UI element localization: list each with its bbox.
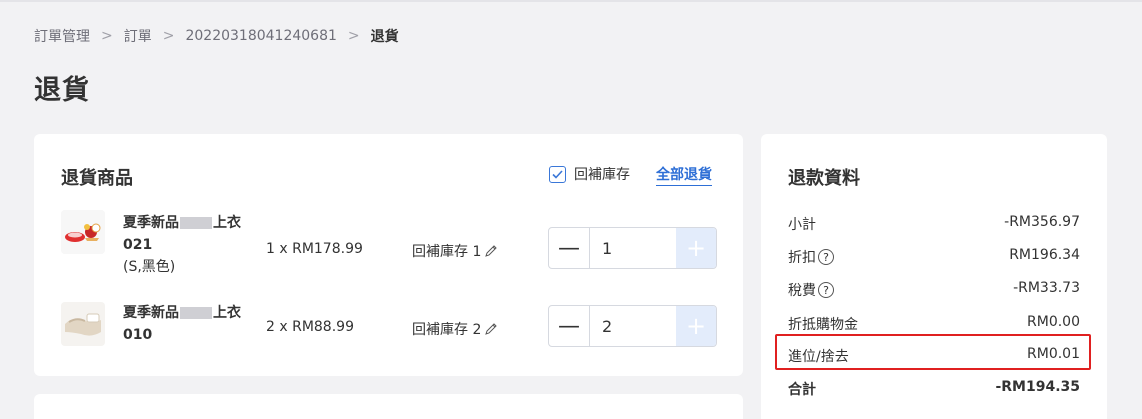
breadcrumb-separator: >: [347, 28, 360, 44]
breadcrumb-separator: >: [162, 28, 175, 44]
product-name: 夏季新品 上衣 021 (S,黑色): [123, 212, 263, 278]
restock-label: 回補庫存 2: [412, 322, 482, 338]
product-name-prefix: 夏季新品: [123, 305, 179, 321]
checkbox-icon[interactable]: [549, 165, 566, 183]
summary-label-text: 稅費: [788, 283, 816, 299]
pencil-icon[interactable]: [484, 322, 498, 336]
secondary-card: [34, 394, 743, 419]
quantity-price: 2 x RM88.99: [266, 319, 354, 335]
help-icon[interactable]: ?: [818, 249, 834, 265]
summary-row-discount: 折扣? RM196.34: [788, 247, 1080, 267]
restock-label: 回補庫存 1: [412, 244, 482, 260]
redacted-text: [180, 307, 212, 319]
return-items-title: 退貨商品: [61, 168, 133, 189]
breadcrumb-order-number[interactable]: 20220318041240681: [185, 28, 336, 44]
quantity-input[interactable]: 1: [590, 228, 676, 268]
summary-value: -RM33.73: [1013, 280, 1080, 296]
return-items-card: 退貨商品 回補庫存 全部退貨 夏季新品 上衣 021 (S,黑色) 1 x RM1…: [34, 134, 743, 376]
summary-label-text: 折扣: [788, 250, 816, 266]
quantity-price: 1 x RM178.99: [266, 241, 363, 257]
restock-quantity: 回補庫存 2: [412, 319, 498, 339]
summary-label: 小計: [788, 217, 816, 233]
restock-all-label: 回補庫存: [574, 167, 630, 183]
return-all-link[interactable]: 全部退貨: [656, 164, 712, 186]
rounding-highlight-box: [775, 334, 1091, 370]
restock-quantity: 回補庫存 1: [412, 241, 498, 261]
product-name-suffix: 上衣: [213, 215, 241, 231]
summary-value: -RM356.97: [1004, 214, 1080, 230]
return-item-row: 夏季新品 上衣 010 2 x RM88.99 回補庫存 2 — 2 +: [34, 302, 743, 352]
quantity-input[interactable]: 2: [590, 306, 676, 346]
summary-label: 折抵購物金: [788, 317, 858, 333]
top-divider: [0, 0, 1142, 2]
pencil-icon[interactable]: [484, 244, 498, 258]
summary-value: -RM194.35: [995, 379, 1080, 395]
summary-label: 折扣?: [788, 247, 834, 267]
summary-label: 合計: [788, 382, 816, 398]
breadcrumb-orders[interactable]: 訂單: [124, 26, 152, 46]
increment-button[interactable]: +: [676, 306, 716, 346]
product-name-code: 021: [123, 237, 153, 253]
refund-info-title: 退款資料: [788, 168, 860, 189]
summary-row-total: 合計 -RM194.35: [788, 379, 1080, 399]
quantity-stepper[interactable]: — 2 +: [548, 305, 717, 347]
summary-value: RM196.34: [1009, 247, 1080, 263]
summary-label: 稅費?: [788, 280, 834, 300]
product-name-prefix: 夏季新品: [123, 215, 179, 231]
product-name-code: 010: [123, 327, 153, 343]
product-variant: (S,黑色): [123, 259, 176, 275]
breadcrumb-orders-management[interactable]: 訂單管理: [34, 26, 90, 46]
product-name-suffix: 上衣: [213, 305, 241, 321]
help-icon[interactable]: ?: [818, 282, 834, 298]
summary-value: RM0.00: [1027, 314, 1080, 330]
summary-row-tax: 稅費? -RM33.73: [788, 280, 1080, 300]
summary-row-subtotal: 小計 -RM356.97: [788, 214, 1080, 234]
page-title: 退貨: [34, 75, 90, 106]
return-item-row: 夏季新品 上衣 021 (S,黑色) 1 x RM178.99 回補庫存 1 — …: [34, 208, 743, 288]
restock-all-checkbox[interactable]: 回補庫存: [549, 164, 630, 184]
breadcrumb-separator: >: [101, 28, 113, 44]
summary-row-store-credit: 折抵購物金 RM0.00: [788, 314, 1080, 334]
quantity-stepper[interactable]: — 1 +: [548, 227, 717, 269]
product-name: 夏季新品 上衣 010: [123, 302, 263, 346]
refund-info-card: 退款資料 小計 -RM356.97 折扣? RM196.34 稅費? -RM33…: [761, 134, 1107, 419]
decrement-button[interactable]: —: [549, 306, 590, 346]
increment-button[interactable]: +: [676, 228, 716, 268]
redacted-text: [180, 217, 212, 229]
product-thumbnail: [61, 210, 105, 254]
product-thumbnail: [61, 302, 105, 346]
decrement-button[interactable]: —: [549, 228, 590, 268]
breadcrumb: 訂單管理 > 訂單 > 20220318041240681 > 退貨: [34, 26, 399, 46]
breadcrumb-current: 退貨: [370, 29, 399, 45]
